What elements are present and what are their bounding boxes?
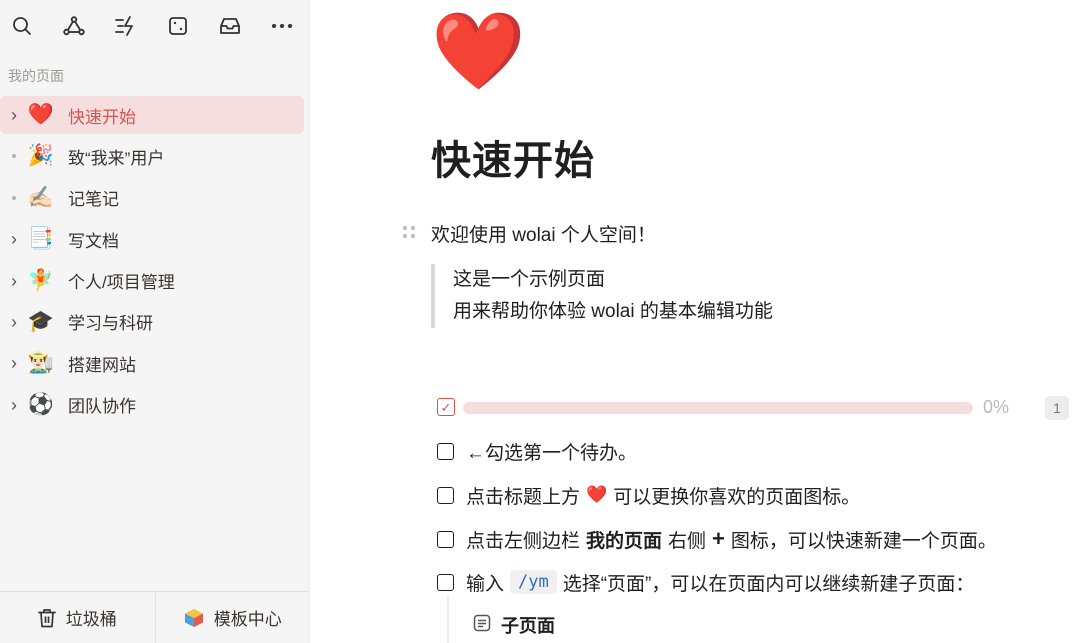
trash-icon — [37, 608, 56, 628]
todo-text[interactable]: ←勾选第一个待办。 — [466, 438, 637, 465]
sidebar-item-label: 致“我来”用户 — [68, 148, 165, 168]
bullet-icon — [6, 195, 22, 200]
app-window: 我的页面 › ❤️ 快速开始 🎉 致“我来”用户 ✍🏻 记笔记 › 📑 写文档 — [0, 0, 1080, 643]
sidebar-item-team-collab[interactable]: › ⚽ 团队协作 — [0, 386, 304, 424]
dice-icon[interactable] — [162, 10, 194, 42]
sidebar-section-title: 我的页面 — [8, 68, 64, 84]
sidebar-item-label: 写文档 — [68, 231, 119, 251]
sidebar-item-label: 搭建网站 — [68, 355, 136, 375]
fairy-icon: 🧚 — [27, 268, 55, 292]
inline-code[interactable]: /ym — [510, 570, 557, 594]
chevron-right-icon[interactable]: › — [6, 313, 22, 331]
todo-checkbox[interactable] — [437, 573, 454, 591]
writing-hand-icon: ✍🏻 — [27, 185, 55, 209]
sidebar: 我的页面 › ❤️ 快速开始 🎉 致“我来”用户 ✍🏻 记笔记 › 📑 写文档 — [0, 0, 310, 643]
template-center-label: 模板中心 — [213, 610, 282, 629]
quote-block[interactable]: 这是一个示例页面 用来帮助你体验 wolai 的基本编辑功能 — [431, 264, 773, 328]
todo-progress: ✓ 0% 1 — [437, 396, 1071, 420]
more-icon[interactable] — [266, 10, 298, 42]
party-popper-icon: 🎉 — [27, 144, 55, 168]
sidebar-item-build-website[interactable]: › 👨🏻‍🌾 搭建网站 — [0, 344, 304, 382]
farmer-icon: 👨🏻‍🌾 — [27, 351, 55, 375]
sidebar-item-label: 学习与科研 — [68, 314, 153, 334]
todo-checkbox[interactable] — [437, 486, 454, 504]
todo-item: 输入 /ym 选择“页面”，可以在页面内可以继续新建子页面： — [437, 568, 974, 596]
sidebar-item-documents[interactable]: › 📑 写文档 — [0, 220, 304, 258]
plus-icon: + — [712, 526, 725, 551]
page-heart-icon[interactable]: ❤️ — [431, 14, 526, 90]
todo-checkbox[interactable] — [437, 530, 454, 548]
todo-item: ←勾选第一个待办。 — [437, 437, 637, 465]
checkbox-checked-icon: ✓ — [437, 398, 455, 416]
heart-icon: ❤️ — [27, 103, 55, 126]
page-tree: › ❤️ 快速开始 🎉 致“我来”用户 ✍🏻 记笔记 › 📑 写文档 › 🧚 个… — [0, 96, 310, 427]
page-content: ❤️ 快速开始 欢迎使用 wolai 个人空间！ 这是一个示例页面 用来帮助你体… — [311, 0, 1080, 643]
template-center-button[interactable]: 模板中心 — [154, 592, 311, 643]
subpage-link[interactable]: 子页面 — [447, 596, 555, 643]
todo-text[interactable]: 点击标题上方 — [466, 482, 580, 509]
sidebar-item-label: 快速开始 — [68, 107, 136, 127]
sidebar-item-label: 个人/项目管理 — [68, 273, 175, 293]
chevron-right-icon[interactable]: › — [6, 396, 22, 414]
document-icon: 📑 — [27, 227, 55, 251]
page-doc-icon — [473, 614, 491, 637]
sidebar-item-project-management[interactable]: › 🧚 个人/项目管理 — [0, 262, 304, 300]
sidebar-item-study-research[interactable]: › 🎓 学习与科研 — [0, 303, 304, 341]
todo-item: 点击标题上方 ❤️ 可以更换你喜欢的页面图标。 — [437, 481, 860, 509]
todo-text[interactable]: 输入 — [466, 569, 504, 596]
sidebar-footer: 垃圾桶 模板中心 — [0, 591, 310, 643]
progress-bar — [463, 402, 973, 414]
heart-icon: ❤️ — [586, 485, 608, 504]
cube-icon — [184, 608, 204, 628]
todo-text[interactable]: 右侧 — [668, 526, 706, 553]
sidebar-item-quick-start[interactable]: › ❤️ 快速开始 — [0, 96, 304, 134]
quote-line: 这是一个示例页面 — [453, 269, 606, 290]
todo-text[interactable]: 选择“页面”，可以在页面内可以继续新建子页面： — [563, 569, 975, 596]
chevron-right-icon[interactable]: › — [6, 230, 22, 248]
subpage-label: 子页面 — [501, 616, 555, 636]
sidebar-item-notes[interactable]: ✍🏻 记笔记 — [0, 179, 304, 217]
trash-label: 垃圾桶 — [65, 610, 117, 629]
todo-text[interactable]: 点击左侧边栏 — [466, 526, 580, 553]
sidebar-toolbar — [0, 10, 310, 42]
search-icon[interactable] — [6, 10, 38, 42]
todo-bold-text[interactable]: 我的页面 — [586, 526, 662, 553]
sidebar-item-welcome-users[interactable]: 🎉 致“我来”用户 — [0, 137, 304, 175]
todo-checkbox[interactable] — [437, 442, 454, 460]
todo-text[interactable]: 图标，可以快速新建一个页面。 — [731, 526, 997, 553]
chevron-right-icon[interactable]: › — [6, 272, 22, 290]
chevron-right-icon[interactable]: › — [6, 354, 22, 372]
page-title[interactable]: 快速开始 — [431, 128, 595, 186]
graduation-cap-icon: 🎓 — [27, 309, 55, 333]
quick-capture-icon[interactable] — [110, 10, 142, 42]
welcome-text[interactable]: 欢迎使用 wolai 个人空间！ — [431, 220, 656, 247]
sidebar-item-label: 团队协作 — [68, 397, 136, 417]
todo-text[interactable]: 可以更换你喜欢的页面图标。 — [613, 482, 860, 509]
trash-button[interactable]: 垃圾桶 — [0, 592, 155, 643]
sidebar-item-label: 记笔记 — [68, 190, 119, 210]
soccer-ball-icon: ⚽ — [27, 392, 55, 416]
todo-item: 点击左侧边栏 我的页面 右侧 + 图标，可以快速新建一个页面。 — [437, 525, 997, 553]
progress-count-badge: 1 — [1045, 396, 1069, 420]
quote-line: 用来帮助你体验 wolai 的基本编辑功能 — [453, 301, 773, 322]
inbox-icon[interactable] — [214, 10, 246, 42]
bullet-icon — [6, 154, 22, 159]
graph-icon[interactable] — [58, 10, 90, 42]
progress-percent: 0% — [983, 397, 1010, 417]
drag-handle-icon[interactable] — [403, 226, 417, 240]
chevron-right-icon[interactable]: › — [6, 106, 22, 124]
